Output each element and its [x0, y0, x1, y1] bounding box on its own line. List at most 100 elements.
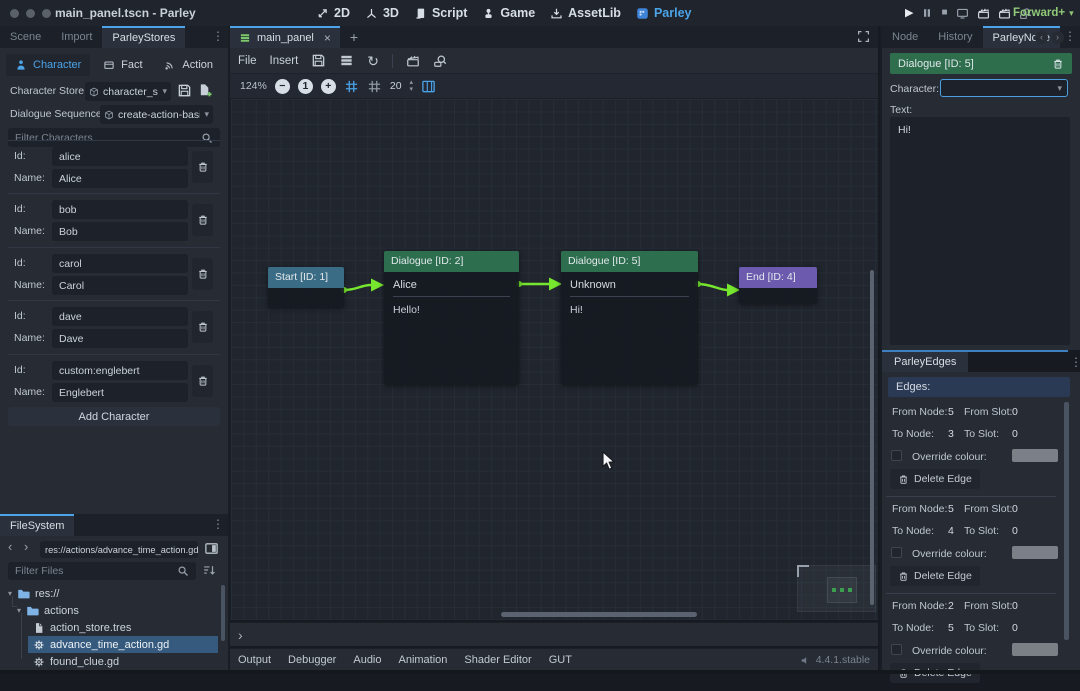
from-slot-value[interactable]: 0	[1012, 503, 1018, 515]
dock-tab-parleyedges[interactable]: ParleyEdges	[882, 352, 968, 372]
delete-node-button[interactable]	[1052, 58, 1064, 70]
character-name-input[interactable]: Bob	[52, 222, 188, 241]
minimap-toggle-icon[interactable]	[421, 79, 436, 94]
window-zoom-button[interactable]	[42, 9, 51, 18]
window-close-button[interactable]	[10, 9, 19, 18]
character-id-input[interactable]: custom:englebert	[52, 361, 188, 380]
delete-edge-button[interactable]: Delete Edge	[890, 566, 980, 586]
character-id-input[interactable]: alice	[52, 147, 188, 166]
nav-back-icon[interactable]: ‹	[8, 540, 12, 553]
filter-characters-input[interactable]: Filter Characters	[8, 128, 220, 147]
colour-swatch[interactable]	[1012, 449, 1058, 462]
add-character-button[interactable]: Add Character	[8, 407, 220, 426]
to-node-value[interactable]: 4	[948, 525, 954, 537]
tree-row-advance-time-action[interactable]: advance_time_action.gd	[33, 636, 169, 653]
dock-tab-scene[interactable]: Scene	[0, 26, 51, 48]
file-sort-icon[interactable]	[202, 563, 216, 577]
to-node-value[interactable]: 5	[948, 622, 954, 634]
to-node-value[interactable]: 3	[948, 428, 954, 440]
tree-row-action-store[interactable]: action_store.tres	[33, 619, 131, 636]
menu-insert[interactable]: Insert	[270, 55, 299, 67]
delete-character-button[interactable]	[192, 311, 213, 343]
override-colour-checkbox[interactable]	[891, 450, 902, 461]
stop-button[interactable]: ■	[941, 8, 947, 18]
dock-tab-import[interactable]: Import	[51, 26, 102, 48]
tab-game[interactable]: Game	[482, 6, 535, 20]
zoom-out-button[interactable]: −	[275, 79, 290, 94]
bottom-tab-debugger[interactable]: Debugger	[288, 654, 336, 666]
character-name-input[interactable]: Carol	[52, 276, 188, 295]
graph-node-dialogue-5[interactable]: Dialogue [ID: 5] Unknown Hi!	[561, 251, 698, 385]
filter-files-input[interactable]: Filter Files	[8, 562, 196, 580]
edges-scrollbar[interactable]	[1064, 402, 1069, 640]
kebab-icon[interactable]: ⋮	[212, 30, 224, 42]
dialogue-graph-canvas[interactable]: Start [ID: 1] Dialogue [ID: 2] Alice Hel…	[230, 99, 878, 620]
tree-row-found-clue[interactable]: found_clue.gd	[33, 653, 119, 670]
from-node-value[interactable]: 2	[948, 600, 954, 612]
bottom-panel-collapsed-strip[interactable]: ›	[230, 622, 878, 646]
new-store-button[interactable]	[198, 83, 213, 98]
play-custom-scene-button[interactable]	[998, 7, 1011, 20]
play-button[interactable]: ▶	[905, 8, 913, 19]
character-id-input[interactable]: carol	[52, 254, 188, 273]
graph-minimap[interactable]	[797, 565, 876, 612]
override-colour-checkbox[interactable]	[891, 644, 902, 655]
tree-row-root[interactable]: ▾ res://	[8, 585, 59, 602]
arrange-nodes-icon[interactable]	[339, 53, 354, 68]
from-slot-value[interactable]: 0	[1012, 406, 1018, 418]
character-store-dropdown[interactable]: character_st ▾	[85, 82, 171, 101]
path-input[interactable]: res://actions/advance_time_action.gd	[40, 541, 198, 558]
dock-tab-filesystem[interactable]: FileSystem	[0, 514, 74, 536]
nav-forward-icon[interactable]: ›	[24, 540, 28, 553]
tab-3d[interactable]: 3D	[365, 6, 399, 20]
tab-2d[interactable]: 2D	[316, 6, 350, 20]
to-slot-value[interactable]: 0	[1012, 428, 1018, 440]
delete-character-button[interactable]	[192, 258, 213, 290]
filesystem-scrollbar[interactable]	[221, 585, 225, 641]
tree-row-actions[interactable]: ▾ actions	[17, 602, 79, 619]
graph-node-end[interactable]: End [ID: 4]	[739, 267, 817, 304]
delete-edge-button[interactable]: Delete Edge	[890, 469, 980, 489]
renderer-selector[interactable]: Forward+ ▾	[1013, 0, 1074, 26]
dialogue-text-area[interactable]: Hi!	[890, 117, 1070, 345]
menu-file[interactable]: File	[238, 55, 257, 67]
colour-swatch[interactable]	[1012, 643, 1058, 656]
test-dialogue-from-node-icon[interactable]	[433, 54, 447, 68]
bottom-tab-output[interactable]: Output	[238, 654, 271, 666]
character-select[interactable]: ▾	[940, 79, 1068, 97]
character-id-input[interactable]: bob	[52, 200, 188, 219]
pause-button[interactable]	[921, 7, 933, 19]
history-forward-icon[interactable]: ›	[1051, 31, 1064, 44]
delete-character-button[interactable]	[192, 151, 213, 183]
kebab-icon[interactable]: ⋮	[1064, 30, 1076, 42]
dock-tab-node[interactable]: Node	[882, 26, 928, 48]
mode-character[interactable]: Character	[6, 54, 90, 76]
from-node-value[interactable]: 5	[948, 503, 954, 515]
tab-assetlib[interactable]: AssetLib	[550, 6, 621, 20]
tab-parley[interactable]: Parley	[636, 6, 692, 20]
save-icon[interactable]	[311, 53, 326, 68]
kebab-icon[interactable]: ⋮	[212, 518, 224, 530]
character-name-input[interactable]: Englebert	[52, 383, 188, 402]
grid-size-stepper[interactable]: ▴ ▾	[410, 79, 414, 93]
to-slot-value[interactable]: 0	[1012, 525, 1018, 537]
dialogue-sequence-dropdown[interactable]: create-action-basi ▾	[100, 105, 213, 124]
window-minimize-button[interactable]	[26, 9, 35, 18]
dock-tab-history[interactable]: History	[928, 26, 982, 48]
zoom-reset-button[interactable]: 1	[298, 79, 313, 94]
graph-node-start[interactable]: Start [ID: 1]	[268, 267, 344, 308]
save-store-button[interactable]	[177, 83, 192, 98]
character-name-input[interactable]: Dave	[52, 329, 188, 348]
dock-tab-parleystores[interactable]: ParleyStores	[102, 26, 185, 48]
character-name-input[interactable]: Alice	[52, 169, 188, 188]
refresh-icon[interactable]: ↻	[367, 54, 379, 68]
test-dialogue-icon[interactable]	[406, 54, 420, 68]
mute-speaker-icon[interactable]	[800, 655, 811, 666]
mode-fact[interactable]: Fact	[94, 54, 151, 76]
tree-expand-icon[interactable]: ▾	[8, 590, 12, 598]
bottom-tab-shader-editor[interactable]: Shader Editor	[464, 654, 531, 666]
bottom-tab-audio[interactable]: Audio	[353, 654, 381, 666]
new-tab-button[interactable]: +	[340, 26, 368, 48]
graph-horizontal-scrollbar[interactable]	[501, 612, 697, 617]
mode-action[interactable]: Action	[155, 54, 222, 76]
